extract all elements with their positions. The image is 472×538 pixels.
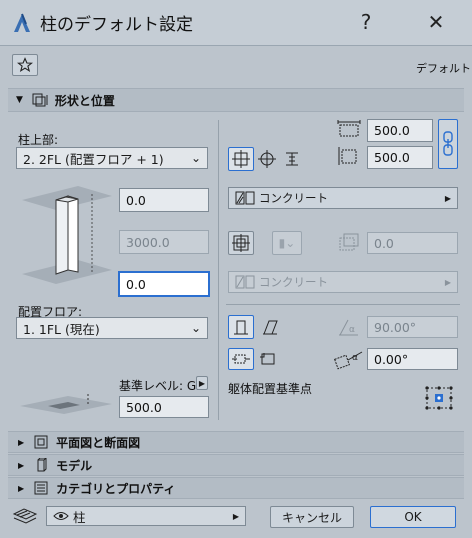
width-input[interactable]: 500.0	[367, 119, 433, 142]
rotation-angle-icon: α	[330, 348, 364, 370]
ok-button[interactable]: OK	[370, 506, 456, 528]
vertical-column-button[interactable]	[228, 315, 254, 339]
veneer-thickness-icon	[336, 232, 360, 254]
veneer-core-button[interactable]	[228, 231, 254, 255]
depth-input[interactable]: 500.0	[367, 146, 433, 169]
ref-level-arrow-button[interactable]: ▶	[196, 376, 208, 390]
eye-icon	[53, 511, 69, 521]
svg-text:α: α	[349, 325, 355, 335]
layer-icon	[12, 506, 38, 526]
chevron-right-icon: ▶	[18, 437, 25, 447]
slanted-column-icon[interactable]	[258, 315, 282, 339]
help-button[interactable]: ?	[346, 6, 386, 38]
top-offset-input[interactable]: 0.0	[119, 188, 209, 212]
veneer-material-name: コンクリート	[259, 275, 328, 289]
list-icon	[34, 481, 48, 495]
ref-level-label: 基準レベル: GL	[119, 379, 203, 393]
slant-angle-icon: α	[336, 316, 362, 338]
chevron-right-icon: ▶	[198, 378, 206, 388]
veneer-type-dropdown[interactable]: ▮⌄	[272, 231, 302, 255]
section-title: 形状と位置	[54, 93, 115, 108]
ref-level-diagram	[18, 392, 114, 420]
section-shape-position[interactable]: ▼ 形状と位置	[8, 88, 464, 112]
chevron-right-icon: ▶	[232, 511, 239, 521]
section-title: モデル	[56, 458, 93, 473]
chain-link-icon	[442, 129, 454, 159]
i-beam-icon[interactable]	[281, 147, 303, 171]
section-category-props[interactable]: ▶ カテゴリとプロパティ	[8, 477, 464, 499]
column-core-icon	[232, 234, 250, 252]
height-input[interactable]: 3000.0	[119, 230, 209, 254]
width-icon	[336, 120, 362, 140]
rotation-angle-input[interactable]: 0.00°	[367, 348, 458, 370]
layer-name: 柱	[73, 509, 86, 525]
rotate-grid-icon	[231, 351, 251, 367]
top-link-value: 2. 2FL (配置フロア + 1)	[23, 151, 164, 167]
chevron-right-icon: ▶	[444, 277, 451, 287]
section-plan-section[interactable]: ▶ 平面図と断面図	[8, 431, 464, 453]
plan-section-icon	[34, 435, 48, 449]
material-swatch-icon	[235, 275, 255, 289]
window-title: 柱のデフォルト設定	[40, 15, 193, 35]
default-label: デフォルト	[416, 62, 471, 75]
svg-text:α: α	[352, 353, 358, 363]
section-title: カテゴリとプロパティ	[56, 481, 176, 496]
column-diagram	[18, 180, 116, 292]
anchor-point-selector[interactable]	[422, 383, 456, 413]
bottom-offset-input[interactable]: 0.0	[118, 271, 210, 297]
crosshair-square-icon	[232, 150, 250, 168]
anchor-point-label: 躯体配置基準点	[228, 382, 313, 396]
title-bar: 柱のデフォルト設定 ? ✕	[0, 0, 472, 46]
vertical-column-icon	[232, 318, 250, 336]
shape-position-icon	[31, 92, 49, 108]
layer-dropdown[interactable]: 柱 ▶	[46, 506, 246, 526]
ref-level-input[interactable]: 500.0	[119, 396, 209, 418]
top-link-dropdown[interactable]: 2. 2FL (配置フロア + 1) ⌄	[16, 147, 208, 169]
chevron-down-icon: ⌄	[190, 321, 201, 335]
link-size-toggle[interactable]	[438, 119, 458, 169]
chevron-right-icon: ▶	[444, 193, 451, 203]
separator	[226, 304, 460, 305]
archicad-logo-icon	[12, 12, 32, 34]
chevron-right-icon: ▶	[18, 460, 25, 470]
column-divider	[218, 120, 219, 420]
chevron-right-icon: ▶	[18, 483, 25, 493]
slant-angle-input[interactable]: 90.00°	[367, 316, 458, 338]
star-icon	[17, 57, 33, 73]
veneer-thickness-input[interactable]: 0.0	[367, 232, 458, 254]
home-story-value: 1. 1FL (現在)	[23, 321, 100, 337]
veneer-material-picker[interactable]: コンクリート ▶	[228, 271, 458, 293]
section-title: 平面図と断面図	[56, 435, 141, 450]
cancel-button[interactable]: キャンセル	[270, 506, 354, 528]
close-button[interactable]: ✕	[416, 6, 456, 38]
rotate-with-grid-button[interactable]	[228, 348, 254, 370]
model-icon	[34, 458, 48, 472]
chevron-down-icon: ⌄	[190, 151, 201, 165]
favorites-button[interactable]	[12, 54, 38, 76]
veneer-type-icon: ▮⌄	[278, 236, 296, 250]
core-material-name: コンクリート	[259, 191, 328, 205]
section-model[interactable]: ▶ モデル	[8, 454, 464, 476]
core-material-picker[interactable]: コンクリート ▶	[228, 187, 458, 209]
top-link-label: 柱上部:	[18, 133, 59, 147]
crosshair-circle-icon[interactable]	[256, 147, 278, 171]
anchor-center-button[interactable]	[228, 147, 254, 171]
material-swatch-icon	[235, 191, 255, 205]
chevron-down-icon: ▼	[16, 95, 23, 105]
home-story-dropdown[interactable]: 1. 1FL (現在) ⌄	[16, 317, 208, 339]
rotate-free-icon[interactable]	[256, 348, 280, 370]
depth-icon	[336, 146, 362, 166]
